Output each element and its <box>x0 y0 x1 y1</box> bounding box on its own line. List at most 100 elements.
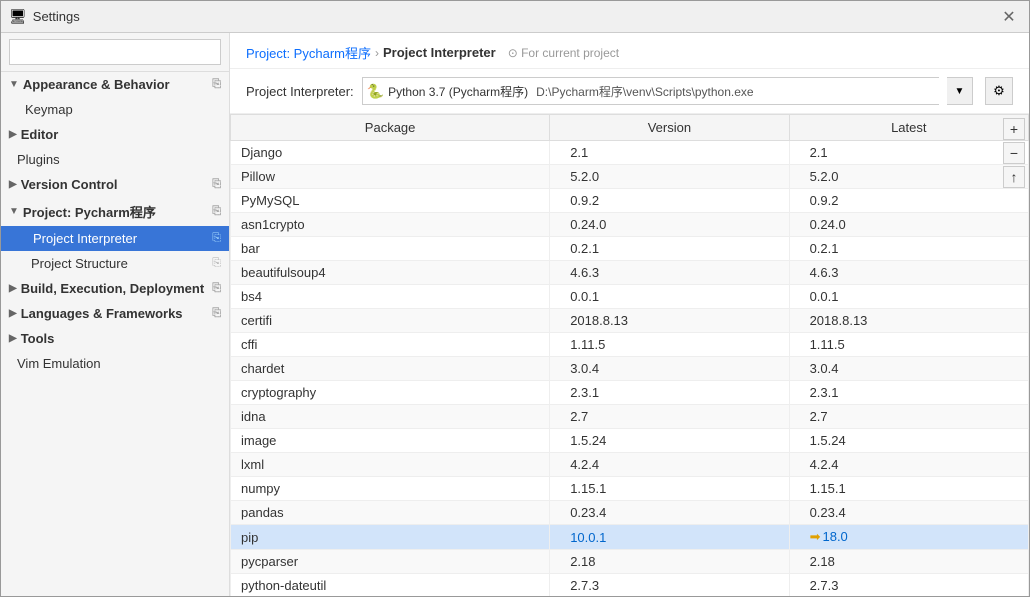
package-latest: 0.2.1 <box>789 237 1028 261</box>
expand-arrow: ▶ <box>9 129 17 140</box>
column-header-latest: Latest <box>789 115 1028 141</box>
package-latest: 2.3.1 <box>789 381 1028 405</box>
table-row[interactable]: python-dateutil2.7.32.7.3 <box>231 574 1029 597</box>
remove-package-button[interactable]: − <box>1003 142 1025 164</box>
breadcrumb-project[interactable]: Project: Pycharm程序 <box>246 43 371 62</box>
table-row[interactable]: Django2.12.1 <box>231 141 1029 165</box>
interpreter-dropdown-button[interactable]: ▼ <box>947 77 973 105</box>
interpreter-select-inner: 🐍 Python 3.7 (Pycharm程序) D:\Pycharm程序\ve… <box>367 83 935 100</box>
table-row[interactable]: asn1crypto0.24.00.24.0 <box>231 213 1029 237</box>
package-name: bar <box>231 237 550 261</box>
chevron-down-icon: ▼ <box>955 86 965 97</box>
table-row[interactable]: idna2.72.7 <box>231 405 1029 429</box>
package-name: beautifulsoup4 <box>231 261 550 285</box>
table-row[interactable]: image1.5.241.5.24 <box>231 429 1029 453</box>
python-icon: 🐍 <box>367 83 384 100</box>
table-row[interactable]: Pillow5.2.05.2.0 <box>231 165 1029 189</box>
table-row[interactable]: PyMySQL0.9.20.9.2 <box>231 189 1029 213</box>
sidebar: 🔍 ▼ Appearance & Behavior ⎘ Keymap ▶ Edi… <box>1 33 230 596</box>
sidebar-label: Tools <box>21 331 55 346</box>
package-latest: ➡18.0 <box>789 525 1028 550</box>
table-row[interactable]: pip10.0.1➡18.0 <box>231 525 1029 550</box>
sidebar-item-vim-emulation[interactable]: Vim Emulation <box>1 351 229 376</box>
sidebar-item-keymap[interactable]: Keymap <box>1 97 229 122</box>
table-row[interactable]: bar0.2.10.2.1 <box>231 237 1029 261</box>
table-row[interactable]: pycparser2.182.18 <box>231 550 1029 574</box>
column-header-version: Version <box>550 115 789 141</box>
breadcrumb: Project: Pycharm程序 › Project Interpreter… <box>230 33 1029 69</box>
sidebar-label: Version Control <box>21 177 118 192</box>
package-version: 2.7.3 <box>550 574 789 597</box>
package-version: 4.6.3 <box>550 261 789 285</box>
package-name: certifi <box>231 309 550 333</box>
sidebar-item-plugins[interactable]: Plugins <box>1 147 229 172</box>
interpreter-path: D:\Pycharm程序\venv\Scripts\python.exe <box>536 83 753 100</box>
package-version: 0.9.2 <box>550 189 789 213</box>
package-version: 3.0.4 <box>550 357 789 381</box>
package-latest: 1.11.5 <box>789 333 1028 357</box>
table-row[interactable]: beautifulsoup44.6.34.6.3 <box>231 261 1029 285</box>
package-name: bs4 <box>231 285 550 309</box>
package-name: chardet <box>231 357 550 381</box>
sidebar-item-project-structure[interactable]: Project Structure ⎘ <box>1 251 229 276</box>
python-label: Python 3.7 (Pycharm程序) <box>388 83 528 100</box>
package-version: 1.15.1 <box>550 477 789 501</box>
interpreter-select[interactable]: 🐍 Python 3.7 (Pycharm程序) D:\Pycharm程序\ve… <box>362 77 939 105</box>
upgrade-package-button[interactable]: ↑ <box>1003 166 1025 188</box>
sidebar-item-editor[interactable]: ▶ Editor <box>1 122 229 147</box>
repo-icon: ⎘ <box>212 282 221 295</box>
package-latest: 3.0.4 <box>789 357 1028 381</box>
package-version: 10.0.1 <box>550 525 789 550</box>
settings-window: 🖥 Settings ✕ 🔍 ▼ Appearance & Behavior ⎘… <box>0 0 1030 597</box>
package-latest: 2.7 <box>789 405 1028 429</box>
table-row[interactable]: lxml4.2.44.2.4 <box>231 453 1029 477</box>
window-title: Settings <box>33 9 997 24</box>
search-input[interactable] <box>9 39 221 65</box>
package-name: cryptography <box>231 381 550 405</box>
sidebar-label: Plugins <box>17 152 60 167</box>
package-latest: 1.5.24 <box>789 429 1028 453</box>
sidebar-item-appearance-behavior[interactable]: ▼ Appearance & Behavior ⎘ <box>1 72 229 97</box>
repo-icon: ⎘ <box>212 257 221 270</box>
package-version: 4.2.4 <box>550 453 789 477</box>
sidebar-label: Build, Execution, Deployment <box>21 281 204 296</box>
add-package-button[interactable]: + <box>1003 118 1025 140</box>
interpreter-settings-button[interactable]: ⚙ <box>985 77 1013 105</box>
sidebar-item-project-interpreter[interactable]: Project Interpreter ⎘ <box>1 226 229 251</box>
app-icon: 🖥 <box>9 8 27 25</box>
package-name: asn1crypto <box>231 213 550 237</box>
sidebar-item-tools[interactable]: ▶ Tools <box>1 326 229 351</box>
package-version: 1.5.24 <box>550 429 789 453</box>
table-row[interactable]: numpy1.15.11.15.1 <box>231 477 1029 501</box>
sidebar-label: Editor <box>21 127 59 142</box>
expand-arrow: ▶ <box>9 333 17 344</box>
repo-icon: ⎘ <box>212 78 221 91</box>
table-row[interactable]: chardet3.0.43.0.4 <box>231 357 1029 381</box>
package-name: Django <box>231 141 550 165</box>
package-latest: 0.9.2 <box>789 189 1028 213</box>
package-name: cffi <box>231 333 550 357</box>
table-row[interactable]: bs40.0.10.0.1 <box>231 285 1029 309</box>
sidebar-item-languages-frameworks[interactable]: ▶ Languages & Frameworks ⎘ <box>1 301 229 326</box>
table-row[interactable]: certifi2018.8.132018.8.13 <box>231 309 1029 333</box>
main-content: 🔍 ▼ Appearance & Behavior ⎘ Keymap ▶ Edi… <box>1 33 1029 596</box>
table-row[interactable]: cffi1.11.51.11.5 <box>231 333 1029 357</box>
table-row[interactable]: pandas0.23.40.23.4 <box>231 501 1029 525</box>
package-latest: 0.24.0 <box>789 213 1028 237</box>
sidebar-label: Project: Pycharm程序 <box>23 202 156 221</box>
sidebar-item-project-pycharm[interactable]: ▼ Project: Pycharm程序 ⎘ <box>1 197 229 226</box>
package-latest: 2.18 <box>789 550 1028 574</box>
package-name: Pillow <box>231 165 550 189</box>
close-button[interactable]: ✕ <box>997 5 1021 29</box>
package-latest: 4.2.4 <box>789 453 1028 477</box>
package-latest: 0.23.4 <box>789 501 1028 525</box>
expand-arrow: ▶ <box>9 308 17 319</box>
package-version: 1.11.5 <box>550 333 789 357</box>
table-row[interactable]: cryptography2.3.12.3.1 <box>231 381 1029 405</box>
sidebar-item-build-execution[interactable]: ▶ Build, Execution, Deployment ⎘ <box>1 276 229 301</box>
package-version: 0.0.1 <box>550 285 789 309</box>
sidebar-label: Keymap <box>25 102 73 117</box>
sidebar-label: Languages & Frameworks <box>21 306 183 321</box>
sidebar-item-version-control[interactable]: ▶ Version Control ⎘ <box>1 172 229 197</box>
sidebar-label: Appearance & Behavior <box>23 77 170 92</box>
